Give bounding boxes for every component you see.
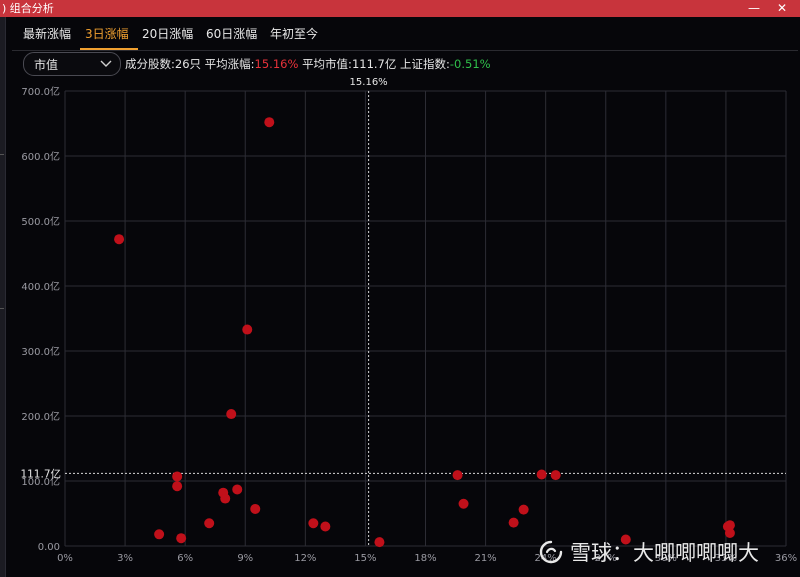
stock-data-point xyxy=(458,498,469,509)
x-tick-label: 9% xyxy=(237,553,253,564)
stock-data-point xyxy=(232,484,243,495)
stock-data-point xyxy=(114,234,125,245)
x-tick-label: 15% xyxy=(354,553,376,564)
y-tick-label: 300.0亿 xyxy=(21,345,60,358)
xueqiu-logo-icon xyxy=(539,540,563,564)
x-tick-label: 0% xyxy=(57,553,73,564)
stock-data-point xyxy=(176,533,187,544)
stock-data-point xyxy=(550,470,561,481)
y-tick-label: 0.00 xyxy=(38,542,60,553)
scatter-chart: 0% 3% 6% 9% 12% 15% 18% 21% 24% 27% 30% 33% 36%0.001… xyxy=(20,77,797,564)
y-tick-label: 200.0亿 xyxy=(21,410,60,423)
y-tick-label: 600.0亿 xyxy=(21,150,60,163)
stock-data-point xyxy=(250,503,261,514)
y-tick-label: 400.0亿 xyxy=(21,280,60,293)
stock-data-point xyxy=(374,537,385,548)
stock-data-point xyxy=(172,471,183,482)
stock-data-point xyxy=(508,517,519,528)
x-tick-label: 12% xyxy=(294,553,316,564)
x-tick-label: 36% xyxy=(775,553,797,564)
avg-gain-reference-label: 15.16% xyxy=(350,77,388,88)
stock-data-point xyxy=(220,493,231,504)
watermark: 雪球：大唧唧唧唧大 xyxy=(538,537,759,567)
avg-cap-reference-label: 111.7亿 xyxy=(20,467,61,480)
stock-data-point xyxy=(320,521,331,532)
watermark-text: 雪球：大唧唧唧唧大 xyxy=(570,541,759,565)
stock-data-point xyxy=(242,324,253,335)
stock-data-point xyxy=(204,518,215,529)
x-tick-label: 21% xyxy=(474,553,496,564)
stock-data-point xyxy=(308,518,319,529)
x-tick-label: 18% xyxy=(414,553,436,564)
x-tick-label: 6% xyxy=(177,553,193,564)
stock-data-point xyxy=(264,117,275,128)
stock-data-point xyxy=(172,481,183,492)
stock-data-point xyxy=(518,504,529,515)
y-tick-label: 700.0亿 xyxy=(21,85,60,98)
stock-data-point xyxy=(536,469,547,480)
stock-data-point xyxy=(226,409,237,420)
y-tick-label: 500.0亿 xyxy=(21,215,60,228)
stock-data-point xyxy=(154,529,165,540)
stock-data-point xyxy=(452,470,463,481)
x-tick-label: 3% xyxy=(117,553,133,564)
